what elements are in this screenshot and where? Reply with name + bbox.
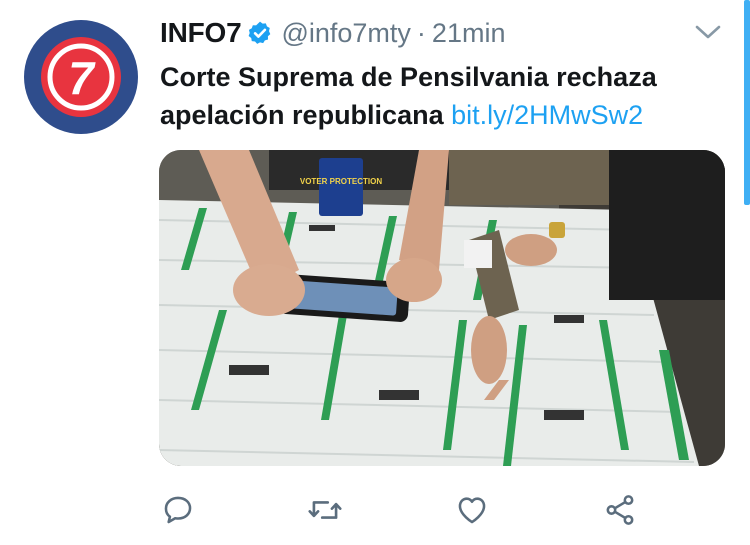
tweet-timestamp[interactable]: 21min xyxy=(432,18,506,49)
reply-button[interactable] xyxy=(158,490,198,530)
avatar[interactable]: 7 xyxy=(24,20,138,134)
like-button[interactable] xyxy=(452,490,492,530)
tweet-header: INFO7 @info7mty · 21min xyxy=(160,14,505,52)
svg-text:VOTER PROTECTION: VOTER PROTECTION xyxy=(300,177,382,186)
heart-icon xyxy=(458,497,486,524)
svg-text:7: 7 xyxy=(68,52,96,104)
chevron-down-icon[interactable] xyxy=(694,22,722,42)
tweet-media-image[interactable]: VOTER PROTECTION xyxy=(159,150,725,466)
author-handle[interactable]: @info7mty xyxy=(281,18,410,49)
ballot-counting-photo: VOTER PROTECTION xyxy=(159,150,725,466)
info7-logo-icon: 7 xyxy=(41,37,121,117)
retweet-button[interactable] xyxy=(305,490,345,530)
reply-icon xyxy=(164,496,192,524)
tweet-card[interactable]: 7 INFO7 @info7mty · 21min Corte Suprema … xyxy=(0,0,750,545)
retweet-icon xyxy=(308,501,342,519)
share-button[interactable] xyxy=(600,490,640,530)
share-icon xyxy=(606,495,634,525)
verified-badge-icon xyxy=(247,20,273,46)
scroll-indicator xyxy=(744,0,750,205)
tweet-link[interactable]: bit.ly/2HMwSw2 xyxy=(451,100,643,130)
author-name[interactable]: INFO7 xyxy=(160,17,242,49)
tweet-actions xyxy=(0,490,750,530)
separator-dot: · xyxy=(416,17,426,48)
tweet-text: Corte Suprema de Pensilvania rechaza ape… xyxy=(160,58,720,134)
